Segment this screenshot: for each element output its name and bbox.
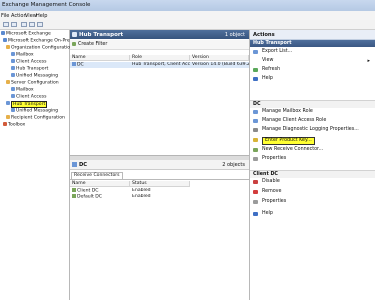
tree-node-srv-hub-transport[interactable]: Hub Transport [6,100,48,108]
back-icon[interactable] [3,22,9,27]
disable-action[interactable]: Disable [250,178,375,186]
mailbox-role-icon [253,110,258,114]
actions-header: Actions [250,30,375,40]
menu-file[interactable]: File [1,13,9,19]
exchange-icon [1,31,5,35]
connector-icon [253,148,258,152]
actions-pane: Actions Hub Transport Export List... Vie… [250,30,375,300]
filter-bar: Create Filter [70,40,249,50]
manage-mailbox-role-action[interactable]: Manage Mailbox Role [250,108,375,116]
folder-icon [6,115,10,119]
navigation-tree: Microsoft Exchange Microsoft Exchange On… [0,30,92,300]
hub-transport-icon [11,66,15,70]
column-header-connector-name[interactable]: Name [70,181,130,187]
status-cell: Enabled [132,194,151,199]
toolbox-icon [3,122,7,126]
client-help-action[interactable]: Help [250,210,375,218]
tree-node-microsoft-exchange[interactable]: Microsoft Exchange [1,31,51,37]
window-title: Exchange Management Console [2,2,91,8]
dc-section-header[interactable]: DC [250,100,375,108]
folder-icon [6,45,10,49]
column-header-name[interactable]: Name [70,55,130,61]
client-access-icon [11,59,15,63]
help-icon [253,212,258,216]
hub-transport-section-header[interactable]: Hub Transport [250,40,375,47]
remove-icon [253,190,258,194]
tree-node-recipient-configuration[interactable]: Recipient Configuration [6,115,65,121]
key-icon [253,138,258,142]
tab-receive-connectors[interactable]: Receive Connectors [71,172,123,179]
toolbar [0,20,375,30]
tree-node-org-mailbox[interactable]: Mailbox [11,52,34,58]
hub-transport-icon [72,32,77,37]
result-pane: Hub Transport 1 object Create Filter Nam… [70,30,250,300]
connector-icon [72,188,76,192]
manage-diagnostic-logging-action[interactable]: Manage Diagnostic Logging Properties... [250,126,375,134]
object-count: 1 object [224,31,245,38]
help-action[interactable]: Help [250,75,375,83]
help-icon [253,77,258,81]
client-access-icon [11,94,15,98]
filter-icon [72,42,76,46]
enter-product-key-action[interactable]: Enter Product Key... [250,136,375,145]
connector-icon [72,194,76,198]
tree-node-srv-client-access[interactable]: Client Access [11,94,47,100]
exchange-icon [3,38,7,42]
refresh-action[interactable]: Refresh [250,66,375,74]
detail-header: DC 2 objects [70,160,249,170]
properties-icon [253,200,258,204]
tree-node-org-unified-messaging[interactable]: Unified Messaging [11,73,58,79]
client-properties-action[interactable]: Properties [250,198,375,206]
actions-title: Actions [253,31,275,38]
new-receive-connector-action[interactable]: New Receive Connector... [250,146,375,154]
detail-count: 2 objects [222,161,245,168]
disable-icon [253,180,258,184]
remove-action[interactable]: Remove [250,188,375,196]
column-header-role[interactable]: Role [130,55,190,61]
tree-node-org-client-access[interactable]: Client Access [11,59,47,65]
column-header-status[interactable]: Status [130,181,190,187]
view-action[interactable]: View ▸ [250,57,375,65]
export-list-action[interactable]: Export List... [250,48,375,56]
refresh-icon [253,68,258,72]
server-version-cell: Version 14.0 (Build 639.21) [192,62,249,67]
unified-messaging-icon [11,73,15,77]
forward-icon[interactable] [11,22,17,27]
column-header-version[interactable]: Version [190,55,249,61]
submenu-arrow-icon: ▸ [367,58,370,64]
dc-properties-action[interactable]: Properties [250,155,375,163]
tree-node-toolbox[interactable]: Toolbox [3,122,25,128]
mailbox-icon [11,87,15,91]
tab-strip: Receive Connectors [70,172,249,180]
tree-node-organization-configuration[interactable]: Organization Configuration [6,45,73,51]
list-item[interactable]: Default DC [72,194,130,200]
tree-node-server-configuration[interactable]: Server Configuration [6,80,59,86]
tree-node-srv-mailbox[interactable]: Mailbox [11,87,34,93]
tree-node-org-hub-transport[interactable]: Hub Transport [11,66,48,72]
help-icon[interactable] [37,22,43,27]
detail-title: DC [79,161,88,168]
show-hide-tree-icon[interactable] [29,22,35,27]
detail-pane: DC 2 objects Receive Connectors Name Sta… [70,160,249,300]
server-name-cell: DC [72,62,130,68]
result-title: Hub Transport [79,31,124,38]
folder-icon [6,80,10,84]
unified-messaging-icon [11,108,15,112]
server-role-cell: Hub Transport, Client Acc... [132,62,190,67]
mailbox-icon [11,52,15,56]
tree-node-srv-unified-messaging[interactable]: Unified Messaging [11,108,58,114]
server-icon [72,162,77,167]
client-access-role-icon [253,119,258,123]
hub-transport-icon [6,101,10,105]
up-icon[interactable] [21,22,27,27]
result-header: Hub Transport 1 object [70,30,249,39]
client-dc-section-header[interactable]: Client DC [250,170,375,178]
create-filter-button[interactable]: Create Filter [78,42,107,47]
manage-client-access-role-action[interactable]: Manage Client Access Role [250,117,375,125]
export-icon [253,50,258,54]
server-icon [72,62,76,66]
properties-icon [253,157,258,161]
logging-icon [253,128,258,132]
menu-help[interactable]: Help [36,13,47,19]
